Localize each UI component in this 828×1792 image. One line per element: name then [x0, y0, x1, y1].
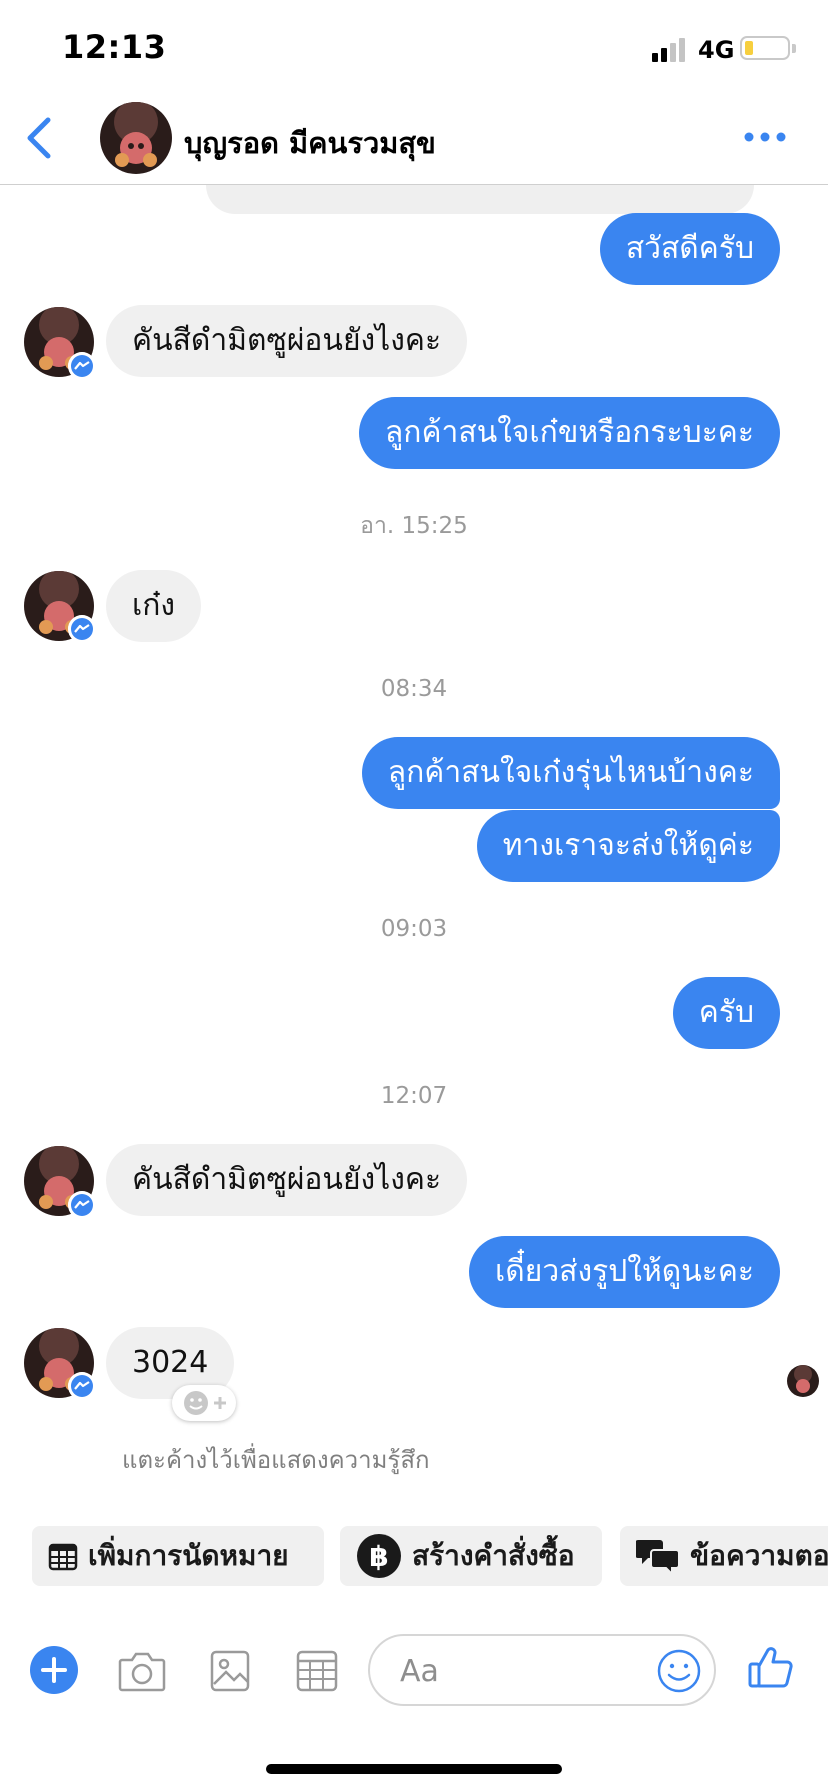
messenger-badge-icon	[68, 615, 96, 643]
incoming-message[interactable]: คันสีดำมิตซูผ่อนยังไงคะ	[106, 1144, 468, 1216]
quick-reply-add-appointment[interactable]: เพิ่มการนัดหมาย	[32, 1526, 324, 1586]
plus-icon[interactable]	[30, 1646, 78, 1694]
chat-header: บุญรอด มีคนรวมสุข	[0, 88, 828, 185]
incoming-message[interactable]: เก๋ง	[106, 570, 202, 642]
quick-reply-label: เพิ่มการนัดหมาย	[88, 1539, 289, 1572]
baht-icon: ฿	[357, 1534, 401, 1578]
quick-reply-message[interactable]: ข้อความตอ	[620, 1526, 828, 1586]
outgoing-message[interactable]: ลูกค้าสนใจเก๋งรุ่นไหนบ้างคะ	[361, 737, 780, 809]
thumbs-up-icon[interactable]	[748, 1644, 794, 1690]
camera-icon[interactable]	[118, 1650, 166, 1692]
contact-avatar[interactable]	[100, 102, 172, 174]
outgoing-message[interactable]: สวัสดีครับ	[599, 213, 780, 285]
calendar-icon[interactable]	[296, 1650, 338, 1692]
messenger-badge-icon	[68, 1372, 96, 1400]
outgoing-message[interactable]: ครับ	[672, 977, 780, 1049]
quick-reply-create-order[interactable]: ฿ สร้างคำสั่งซื้อ	[340, 1526, 602, 1586]
message-input-placeholder: Aa	[400, 1654, 439, 1689]
battery-icon	[740, 36, 790, 60]
quick-reply-label: ข้อความตอ	[690, 1539, 828, 1572]
battery-tip	[792, 44, 796, 53]
messenger-badge-icon	[68, 352, 96, 380]
timestamp: 12:07	[380, 1083, 448, 1109]
contact-name[interactable]: บุญรอด มีคนรวมสุข	[184, 120, 436, 166]
back-arrow-icon[interactable]	[20, 116, 60, 160]
home-indicator	[266, 1764, 562, 1774]
chat-bubbles-icon	[636, 1540, 680, 1576]
svg-text:฿: ฿	[369, 1540, 388, 1573]
emoji-icon[interactable]	[656, 1648, 702, 1694]
outgoing-message[interactable]: เดี๋ยวส่งรูปให้ดูนะคะ	[469, 1236, 780, 1308]
more-options-icon[interactable]	[740, 124, 790, 150]
timestamp: อา. 15:25	[360, 513, 468, 539]
timestamp: 09:03	[380, 916, 448, 942]
timestamp: 08:34	[380, 676, 448, 702]
previous-message-bubble[interactable]	[206, 185, 754, 214]
signal-icon	[652, 38, 685, 62]
outgoing-message[interactable]: ทางเราจะส่งให้ดูค่ะ	[476, 810, 780, 882]
outgoing-message[interactable]: ลูกค้าสนใจเก๋ขหรือกระบะคะ	[358, 397, 780, 469]
gallery-icon[interactable]	[210, 1650, 250, 1692]
quick-reply-label: สร้างคำสั่งซื้อ	[412, 1539, 575, 1572]
reaction-hint: แตะค้างไว้เพื่อแสดงความรู้สึก	[122, 1446, 430, 1474]
status-time: 12:13	[62, 28, 167, 66]
seen-indicator-avatar	[787, 1365, 819, 1397]
add-reaction-button[interactable]	[172, 1385, 236, 1421]
add-reaction-icon	[184, 1391, 226, 1415]
calendar-icon	[48, 1543, 78, 1571]
incoming-message[interactable]: คันสีดำมิตซูผ่อนยังไงคะ	[106, 305, 468, 377]
message-input[interactable]: Aa	[368, 1634, 716, 1706]
network-type: 4G	[698, 36, 735, 64]
messenger-badge-icon	[68, 1191, 96, 1219]
